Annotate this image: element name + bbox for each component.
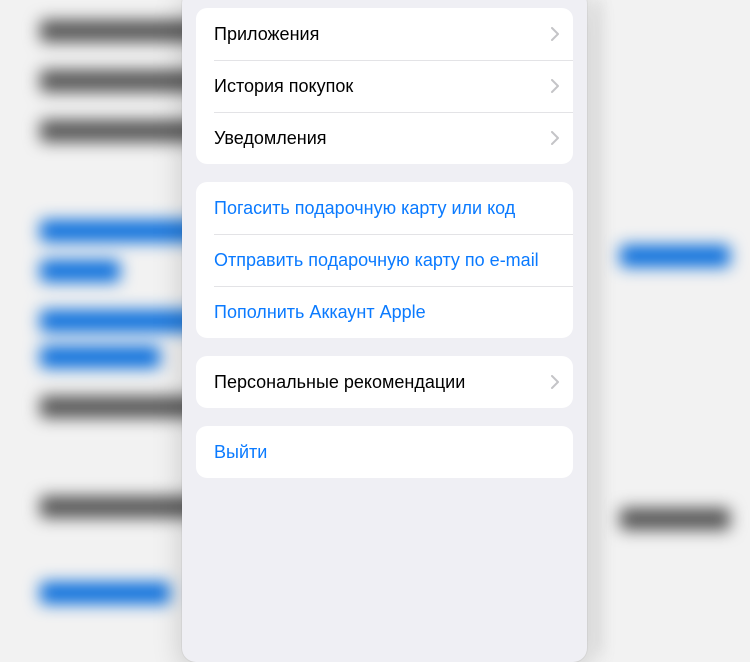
chevron-right-icon [551, 79, 559, 93]
row-sign-out[interactable]: Выйти [196, 426, 573, 478]
row-label: Уведомления [214, 127, 551, 150]
row-apps[interactable]: Приложения [196, 8, 573, 60]
group-navigation: Приложения История покупок Уведомления [196, 8, 573, 164]
chevron-right-icon [551, 375, 559, 389]
row-notifications[interactable]: Уведомления [196, 112, 573, 164]
row-label: Персональные рекомендации [214, 371, 551, 394]
row-label: Приложения [214, 23, 551, 46]
group-recommendations: Персональные рекомендации [196, 356, 573, 408]
group-signout: Выйти [196, 426, 573, 478]
row-send-gift-card[interactable]: Отправить подарочную карту по e-mail [196, 234, 573, 286]
row-label: Пополнить Аккаунт Apple [214, 301, 559, 324]
row-add-funds[interactable]: Пополнить Аккаунт Apple [196, 286, 573, 338]
chevron-right-icon [551, 27, 559, 41]
row-purchase-history[interactable]: История покупок [196, 60, 573, 112]
row-label: Выйти [214, 441, 559, 464]
row-personal-recommendations[interactable]: Персональные рекомендации [196, 356, 573, 408]
row-label: Отправить подарочную карту по e-mail [214, 249, 559, 272]
row-label: Погасить подарочную карту или код [214, 197, 559, 220]
row-redeem-gift-card[interactable]: Погасить подарочную карту или код [196, 182, 573, 234]
account-sheet: Приложения История покупок Уведомления П… [182, 0, 587, 662]
group-gift-cards: Погасить подарочную карту или код Отправ… [196, 182, 573, 338]
row-label: История покупок [214, 75, 551, 98]
chevron-right-icon [551, 131, 559, 145]
